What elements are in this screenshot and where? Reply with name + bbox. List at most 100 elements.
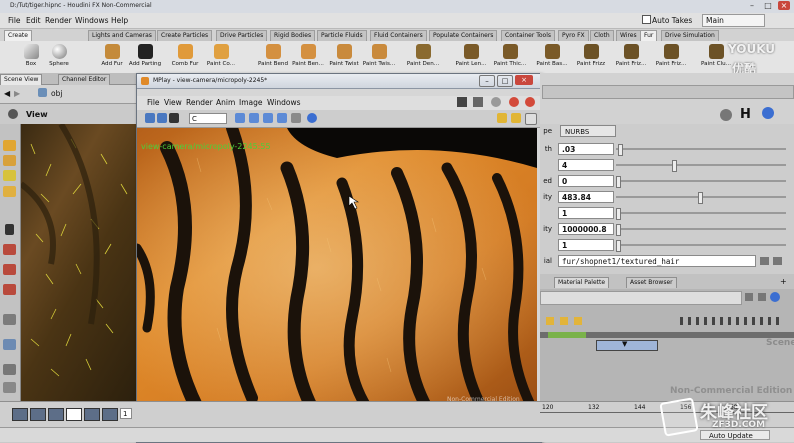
shelf-tab-fur[interactable]: Fur xyxy=(640,30,658,41)
info-icon[interactable] xyxy=(307,113,317,123)
mplay-channel-a-icon[interactable] xyxy=(157,113,167,123)
tab-asset-browser[interactable]: Asset Browser xyxy=(626,277,677,288)
tool-paint-co[interactable]: Paint Co... xyxy=(200,42,242,72)
play-reverse-icon[interactable] xyxy=(48,408,64,421)
network-view-icons[interactable] xyxy=(680,317,780,325)
scene-viewport[interactable] xyxy=(21,124,136,401)
network-pin-icon[interactable] xyxy=(745,293,753,301)
menu-file[interactable]: File xyxy=(8,16,21,25)
network-link-icon[interactable] xyxy=(758,293,766,301)
tool-paint-frizz-3[interactable]: Paint Friz... xyxy=(650,42,692,72)
network-tool-icon[interactable] xyxy=(574,317,582,325)
first-frame-icon[interactable] xyxy=(12,408,28,421)
view-tool-icon[interactable] xyxy=(3,339,16,350)
param-slider[interactable] xyxy=(616,192,786,204)
desktop-select[interactable]: Main xyxy=(702,14,765,27)
shelf-tab-rigid-bodies[interactable]: Rigid Bodies xyxy=(270,30,316,41)
mplay-maximize-icon[interactable]: □ xyxy=(497,75,513,87)
paint-tool-icon[interactable] xyxy=(3,170,16,181)
tab-scene-view[interactable]: Scene View xyxy=(0,74,43,85)
shelf-tab-cloth[interactable]: Cloth xyxy=(590,30,614,41)
slider-knob[interactable] xyxy=(697,192,703,204)
path-obj[interactable]: obj xyxy=(51,89,62,98)
param-slider[interactable] xyxy=(616,224,786,236)
slider-knob[interactable] xyxy=(616,208,621,220)
shelf-tab-particle-fluids[interactable]: Particle Fluids xyxy=(317,30,367,41)
gear-icon[interactable] xyxy=(720,109,732,121)
step-back-icon[interactable] xyxy=(30,408,46,421)
shelf-tab-create-particles[interactable]: Create Particles xyxy=(157,30,213,41)
maximize-icon[interactable]: □ xyxy=(762,1,774,10)
mplay-channel-lum-icon[interactable] xyxy=(169,113,179,123)
slider-knob[interactable] xyxy=(616,240,621,252)
slider-knob[interactable] xyxy=(616,224,621,236)
menu-edit[interactable]: Edit xyxy=(26,16,41,25)
param-value[interactable]: 1 xyxy=(558,239,614,251)
slider-knob[interactable] xyxy=(672,160,678,172)
move-tool-icon[interactable] xyxy=(3,244,16,255)
menu-help[interactable]: Help xyxy=(111,16,128,25)
close-icon[interactable]: × xyxy=(778,1,790,10)
info-icon[interactable] xyxy=(762,107,774,119)
mplay-menu-image[interactable]: Image xyxy=(239,98,263,107)
network-help-icon[interactable] xyxy=(770,292,780,302)
mplay-channel-select[interactable]: C xyxy=(189,113,227,124)
help-h-icon[interactable]: H xyxy=(740,107,751,122)
play-icon[interactable] xyxy=(84,408,100,421)
param-value[interactable]: 4 xyxy=(558,159,614,171)
add-tab-icon[interactable]: + xyxy=(780,277,787,286)
param-slider[interactable] xyxy=(616,144,786,156)
menu-render[interactable]: Render xyxy=(45,16,72,25)
param-value[interactable]: 1000000.8 xyxy=(558,223,614,235)
mplay-menu-windows[interactable]: Windows xyxy=(267,98,300,107)
rotate-tool-icon[interactable] xyxy=(3,264,16,275)
param-value[interactable]: 1 xyxy=(558,207,614,219)
arrow-select-icon[interactable] xyxy=(5,224,14,235)
tab-material-palette[interactable]: Material Palette xyxy=(554,277,610,288)
tool-paint-frizz-2[interactable]: Paint Friz... xyxy=(610,42,652,72)
zoom-icon[interactable] xyxy=(235,113,245,123)
network-path-bar[interactable] xyxy=(540,291,742,305)
shelf-tab-wires[interactable]: Wires xyxy=(616,30,641,41)
mplay-menu-render[interactable]: Render xyxy=(186,98,213,107)
mplay-display-icon[interactable] xyxy=(457,97,467,107)
checker-icon[interactable] xyxy=(525,113,537,125)
tool-paint-frizz[interactable]: Paint Frizz xyxy=(570,42,612,72)
step-forward-icon[interactable] xyxy=(102,408,118,421)
tool-paint-density[interactable]: Paint Den... xyxy=(402,42,444,72)
camera-tool-icon[interactable] xyxy=(3,364,16,375)
auto-takes-checkbox[interactable] xyxy=(642,15,651,24)
mplay-record-icon[interactable] xyxy=(525,97,535,107)
slider-knob[interactable] xyxy=(617,144,623,156)
menu-windows[interactable]: Windows xyxy=(75,16,108,25)
fit-icon[interactable] xyxy=(277,113,287,123)
tab-channel-editor[interactable]: Channel Editor xyxy=(58,74,111,85)
tool-paint-length[interactable]: Paint Len... xyxy=(450,42,492,72)
mplay-menu-anim[interactable]: Anim xyxy=(216,98,235,107)
groom-tool-icon[interactable] xyxy=(3,186,16,197)
minimize-icon[interactable]: – xyxy=(746,1,758,10)
render-tool-icon[interactable] xyxy=(3,382,16,393)
mplay-menu-file[interactable]: File xyxy=(147,98,160,107)
shelf-tab-container-tools[interactable]: Container Tools xyxy=(501,30,556,41)
shelf-tab-drive-simulation[interactable]: Drive Simulation xyxy=(661,30,719,41)
shelf-tab-populate-containers[interactable]: Populate Containers xyxy=(429,30,498,41)
mplay-snapshot-icon[interactable] xyxy=(473,97,483,107)
mplay-stop-render-icon[interactable] xyxy=(509,97,519,107)
param-slider[interactable] xyxy=(616,208,786,220)
mplay-minimize-icon[interactable]: – xyxy=(479,75,495,87)
shelf-tab-lights-cameras[interactable]: Lights and Cameras xyxy=(88,30,156,41)
current-frame-field[interactable]: 1 xyxy=(120,408,132,419)
network-tool-icon[interactable] xyxy=(560,317,568,325)
slider-knob[interactable] xyxy=(616,176,621,188)
mplay-render-image[interactable]: view-camera/micropoly-2245:55 Non-Commer… xyxy=(137,128,537,408)
mplay-close-icon[interactable]: × xyxy=(515,75,533,85)
material-path-field[interactable]: fur/shopnet1/textured_hair xyxy=(558,255,756,267)
mplay-settings-icon[interactable] xyxy=(491,97,501,107)
forward-arrow-icon[interactable]: ▶ xyxy=(14,89,20,98)
brush-tool-icon[interactable] xyxy=(3,155,16,166)
zoom-out-icon[interactable] xyxy=(263,113,273,123)
mplay-channel-rgb-icon[interactable] xyxy=(145,113,155,123)
param-type-select[interactable]: NURBS xyxy=(560,125,616,137)
tool-add-parting[interactable]: Add Parting xyxy=(124,42,166,72)
